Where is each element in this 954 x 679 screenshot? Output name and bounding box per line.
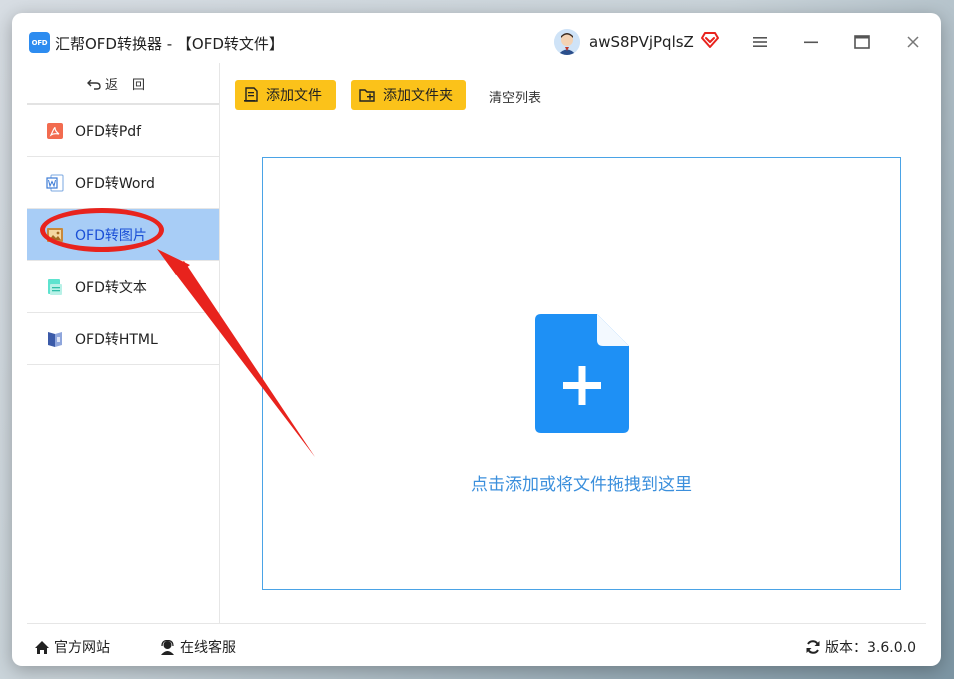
customer-service-icon: [161, 639, 174, 655]
minimize-icon: [804, 41, 818, 44]
window-title: 汇帮OFD转换器 - 【OFD转文件】: [55, 35, 284, 53]
sidebar-item-label: OFD转Pdf: [75, 124, 142, 140]
sidebar-item-ofd-to-word[interactable]: OFD转Word: [27, 157, 219, 209]
user-avatar[interactable]: [554, 29, 580, 55]
back-button[interactable]: 返回: [27, 63, 219, 105]
title-bar: OFD 汇帮OFD转换器 - 【OFD转文件】 awS8PVjPqlsZ: [12, 13, 941, 63]
drop-zone-hint: 点击添加或将文件拖拽到这里: [471, 475, 692, 495]
sidebar-item-ofd-to-html[interactable]: OFD转HTML: [27, 313, 219, 365]
vip-badge-icon[interactable]: [700, 31, 720, 49]
home-icon: [35, 640, 49, 654]
add-file-button[interactable]: 添加文件: [235, 80, 336, 110]
app-window: OFD 汇帮OFD转换器 - 【OFD转文件】 awS8PVjPqlsZ 返回 …: [12, 13, 941, 666]
sidebar-item-label: OFD转Word: [75, 176, 155, 192]
close-button[interactable]: [898, 27, 928, 57]
official-website-link[interactable]: 官方网站: [34, 637, 110, 657]
maximize-icon: [854, 35, 870, 49]
close-icon: [907, 36, 919, 48]
refresh-icon: [806, 640, 820, 654]
sidebar-item-ofd-to-text[interactable]: OFD转文本: [27, 261, 219, 313]
file-drop-zone[interactable]: 点击添加或将文件拖拽到这里: [262, 157, 901, 590]
official-website-label: 官方网站: [54, 640, 110, 656]
text-icon: [48, 279, 62, 295]
online-support-link[interactable]: 在线客服: [159, 637, 236, 657]
version-info[interactable]: 版本：3.6.0.0: [805, 637, 916, 657]
status-bar: 官方网站 在线客服 版本：3.6.0.0: [27, 623, 926, 666]
pdf-icon: [47, 123, 63, 139]
add-folder-button[interactable]: 添加文件夹: [351, 80, 466, 110]
image-icon: [47, 228, 63, 242]
sidebar-item-ofd-to-image[interactable]: OFD转图片: [27, 209, 219, 261]
add-folder-icon: [359, 88, 375, 102]
hamburger-icon: [753, 37, 767, 47]
clear-list-button[interactable]: 清空列表: [489, 87, 541, 106]
username[interactable]: awS8PVjPqlsZ: [589, 33, 694, 51]
html-icon: [48, 332, 62, 347]
sidebar-item-label: OFD转HTML: [75, 332, 158, 348]
add-file-icon: [244, 86, 258, 102]
maximize-button[interactable]: [847, 27, 877, 57]
version-label: 版本：3.6.0.0: [825, 640, 916, 656]
sidebar-item-ofd-to-pdf[interactable]: OFD转Pdf: [27, 105, 219, 157]
word-icon: [46, 174, 64, 192]
sidebar-item-label: OFD转文本: [75, 280, 147, 296]
online-support-label: 在线客服: [180, 640, 236, 656]
add-file-label: 添加文件: [266, 88, 322, 104]
app-logo-icon: OFD: [29, 32, 50, 53]
sidebar-item-label: OFD转图片: [75, 228, 147, 244]
menu-button[interactable]: [745, 27, 775, 57]
back-arrow-icon: [86, 79, 101, 90]
add-document-icon: [535, 314, 629, 433]
minimize-button[interactable]: [796, 27, 826, 57]
sidebar: 返回 OFD转Pdf OFD转Word OFD转图片 OFD转文本 OFD转HT…: [27, 63, 220, 623]
back-label: 返回: [104, 77, 159, 93]
add-folder-label: 添加文件夹: [383, 88, 453, 104]
